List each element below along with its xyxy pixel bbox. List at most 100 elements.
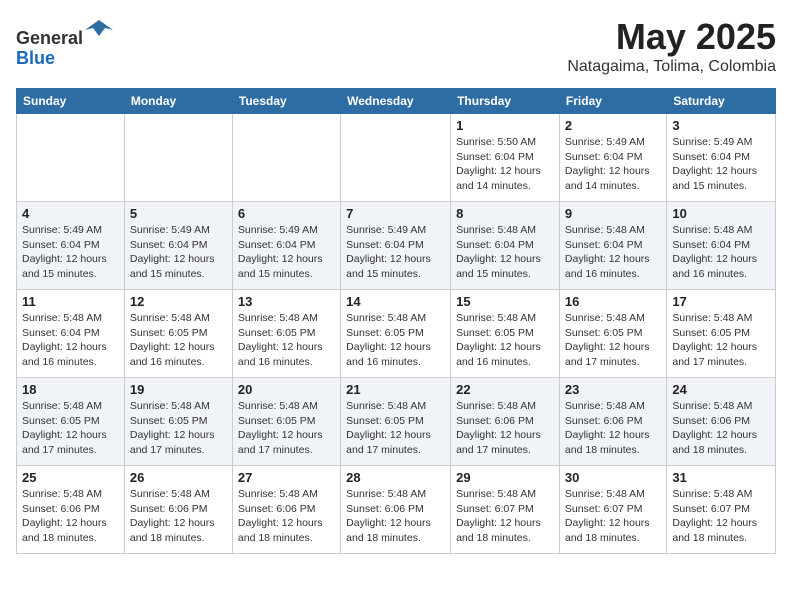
logo-general: General — [16, 28, 83, 48]
day-number: 9 — [565, 206, 661, 221]
day-info: Sunrise: 5:48 AMSunset: 6:05 PMDaylight:… — [456, 311, 554, 370]
day-info: Sunrise: 5:49 AMSunset: 6:04 PMDaylight:… — [130, 223, 227, 282]
weekday-header-monday: Monday — [124, 89, 232, 114]
calendar-cell: 3 Sunrise: 5:49 AMSunset: 6:04 PMDaylight… — [667, 114, 776, 202]
day-number: 7 — [346, 206, 445, 221]
calendar-week-row: 11Sunrise: 5:48 AMSunset: 6:04 PMDayligh… — [17, 290, 776, 378]
weekday-header-tuesday: Tuesday — [232, 89, 340, 114]
calendar-week-row: 18 Sunrise: 5:48 AMSunset: 6:05 PMDayligh… — [17, 378, 776, 466]
day-number: 8 — [456, 206, 554, 221]
day-number: 31 — [672, 470, 770, 485]
day-info: Sunrise: 5:49 AMSunset: 6:04 PMDaylight:… — [22, 223, 119, 282]
calendar-cell — [17, 114, 125, 202]
calendar-cell: 31 Sunrise: 5:48 AMSunset: 6:07 PMDayligh… — [667, 466, 776, 554]
day-number: 5 — [130, 206, 227, 221]
calendar-cell: 7 Sunrise: 5:49 AMSunset: 6:04 PMDaylight… — [341, 202, 451, 290]
day-number: 26 — [130, 470, 227, 485]
day-info: Sunrise: 5:48 AMSunset: 6:07 PMDaylight:… — [672, 487, 770, 546]
calendar-cell: 24 Sunrise: 5:48 AMSunset: 6:06 PMDayligh… — [667, 378, 776, 466]
page-header: General Blue May 2025 Natagaima, Tolima,… — [16, 16, 776, 76]
day-number: 25 — [22, 470, 119, 485]
weekday-header-friday: Friday — [559, 89, 666, 114]
calendar-cell: 17 Sunrise: 5:48 AMSunset: 6:05 PMDayligh… — [667, 290, 776, 378]
day-info: Sunrise: 5:48 AMSunset: 6:07 PMDaylight:… — [456, 487, 554, 546]
calendar-cell — [232, 114, 340, 202]
day-info: Sunrise: 5:48 AMSunset: 6:05 PMDaylight:… — [346, 399, 445, 458]
day-info: Sunrise: 5:48 AMSunset: 6:05 PMDaylight:… — [130, 311, 227, 370]
day-info: Sunrise: 5:49 AMSunset: 6:04 PMDaylight:… — [238, 223, 335, 282]
day-number: 18 — [22, 382, 119, 397]
day-info: Sunrise: 5:49 AMSunset: 6:04 PMDaylight:… — [565, 135, 661, 194]
calendar-cell: 9 Sunrise: 5:48 AMSunset: 6:04 PMDaylight… — [559, 202, 666, 290]
day-info: Sunrise: 5:48 AMSunset: 6:06 PMDaylight:… — [456, 399, 554, 458]
day-number: 24 — [672, 382, 770, 397]
calendar-cell: 4Sunrise: 5:49 AMSunset: 6:04 PMDaylight… — [17, 202, 125, 290]
day-number: 29 — [456, 470, 554, 485]
calendar-week-row: 1Sunrise: 5:50 AMSunset: 6:04 PMDaylight… — [17, 114, 776, 202]
day-info: Sunrise: 5:48 AMSunset: 6:06 PMDaylight:… — [130, 487, 227, 546]
day-info: Sunrise: 5:48 AMSunset: 6:06 PMDaylight:… — [346, 487, 445, 546]
day-info: Sunrise: 5:48 AMSunset: 6:04 PMDaylight:… — [22, 311, 119, 370]
day-number: 2 — [565, 118, 661, 133]
logo-bird-icon — [85, 16, 113, 44]
calendar-cell — [124, 114, 232, 202]
day-info: Sunrise: 5:48 AMSunset: 6:05 PMDaylight:… — [238, 311, 335, 370]
calendar-cell: 22Sunrise: 5:48 AMSunset: 6:06 PMDayligh… — [451, 378, 560, 466]
calendar-cell: 26 Sunrise: 5:48 AMSunset: 6:06 PMDayligh… — [124, 466, 232, 554]
day-number: 17 — [672, 294, 770, 309]
calendar-week-row: 25 Sunrise: 5:48 AMSunset: 6:06 PMDayligh… — [17, 466, 776, 554]
calendar-cell: 5 Sunrise: 5:49 AMSunset: 6:04 PMDaylight… — [124, 202, 232, 290]
calendar-cell: 23 Sunrise: 5:48 AMSunset: 6:06 PMDayligh… — [559, 378, 666, 466]
calendar-cell: 10 Sunrise: 5:48 AMSunset: 6:04 PMDayligh… — [667, 202, 776, 290]
calendar-cell: 29 Sunrise: 5:48 AMSunset: 6:07 PMDayligh… — [451, 466, 560, 554]
calendar-cell: 20 Sunrise: 5:48 AMSunset: 6:05 PMDayligh… — [232, 378, 340, 466]
day-info: Sunrise: 5:50 AMSunset: 6:04 PMDaylight:… — [456, 135, 554, 194]
calendar-cell: 30Sunrise: 5:48 AMSunset: 6:07 PMDayligh… — [559, 466, 666, 554]
day-info: Sunrise: 5:48 AMSunset: 6:04 PMDaylight:… — [565, 223, 661, 282]
location-title: Natagaima, Tolima, Colombia — [567, 58, 776, 76]
day-number: 15 — [456, 294, 554, 309]
day-info: Sunrise: 5:48 AMSunset: 6:05 PMDaylight:… — [565, 311, 661, 370]
weekday-header-thursday: Thursday — [451, 89, 560, 114]
day-number: 3 — [672, 118, 770, 133]
day-number: 23 — [565, 382, 661, 397]
calendar-cell: 16 Sunrise: 5:48 AMSunset: 6:05 PMDayligh… — [559, 290, 666, 378]
day-number: 12 — [130, 294, 227, 309]
day-info: Sunrise: 5:48 AMSunset: 6:05 PMDaylight:… — [672, 311, 770, 370]
day-info: Sunrise: 5:48 AMSunset: 6:05 PMDaylight:… — [22, 399, 119, 458]
calendar-cell: 6Sunrise: 5:49 AMSunset: 6:04 PMDaylight… — [232, 202, 340, 290]
calendar-cell: 14Sunrise: 5:48 AMSunset: 6:05 PMDayligh… — [341, 290, 451, 378]
weekday-header-sunday: Sunday — [17, 89, 125, 114]
weekday-header-saturday: Saturday — [667, 89, 776, 114]
calendar-cell: 2 Sunrise: 5:49 AMSunset: 6:04 PMDaylight… — [559, 114, 666, 202]
calendar-cell: 13 Sunrise: 5:48 AMSunset: 6:05 PMDayligh… — [232, 290, 340, 378]
day-number: 10 — [672, 206, 770, 221]
day-number: 27 — [238, 470, 335, 485]
day-number: 21 — [346, 382, 445, 397]
calendar-cell: 15 Sunrise: 5:48 AMSunset: 6:05 PMDayligh… — [451, 290, 560, 378]
month-title: May 2025 — [567, 16, 776, 58]
day-info: Sunrise: 5:48 AMSunset: 6:06 PMDaylight:… — [672, 399, 770, 458]
calendar-cell: 27 Sunrise: 5:48 AMSunset: 6:06 PMDayligh… — [232, 466, 340, 554]
title-block: May 2025 Natagaima, Tolima, Colombia — [567, 16, 776, 76]
day-info: Sunrise: 5:48 AMSunset: 6:06 PMDaylight:… — [238, 487, 335, 546]
day-info: Sunrise: 5:49 AMSunset: 6:04 PMDaylight:… — [346, 223, 445, 282]
day-info: Sunrise: 5:48 AMSunset: 6:05 PMDaylight:… — [238, 399, 335, 458]
calendar-cell: 28 Sunrise: 5:48 AMSunset: 6:06 PMDayligh… — [341, 466, 451, 554]
day-number: 28 — [346, 470, 445, 485]
calendar-cell: 19Sunrise: 5:48 AMSunset: 6:05 PMDayligh… — [124, 378, 232, 466]
day-info: Sunrise: 5:48 AMSunset: 6:04 PMDaylight:… — [672, 223, 770, 282]
day-info: Sunrise: 5:48 AMSunset: 6:04 PMDaylight:… — [456, 223, 554, 282]
calendar-cell: 25 Sunrise: 5:48 AMSunset: 6:06 PMDayligh… — [17, 466, 125, 554]
day-number: 14 — [346, 294, 445, 309]
weekday-header-wednesday: Wednesday — [341, 89, 451, 114]
day-info: Sunrise: 5:48 AMSunset: 6:06 PMDaylight:… — [22, 487, 119, 546]
logo-blue: Blue — [16, 48, 55, 68]
weekday-header-row: SundayMondayTuesdayWednesdayThursdayFrid… — [17, 89, 776, 114]
day-info: Sunrise: 5:49 AMSunset: 6:04 PMDaylight:… — [672, 135, 770, 194]
day-number: 13 — [238, 294, 335, 309]
day-info: Sunrise: 5:48 AMSunset: 6:06 PMDaylight:… — [565, 399, 661, 458]
day-number: 16 — [565, 294, 661, 309]
calendar-cell: 12 Sunrise: 5:48 AMSunset: 6:05 PMDayligh… — [124, 290, 232, 378]
day-number: 20 — [238, 382, 335, 397]
